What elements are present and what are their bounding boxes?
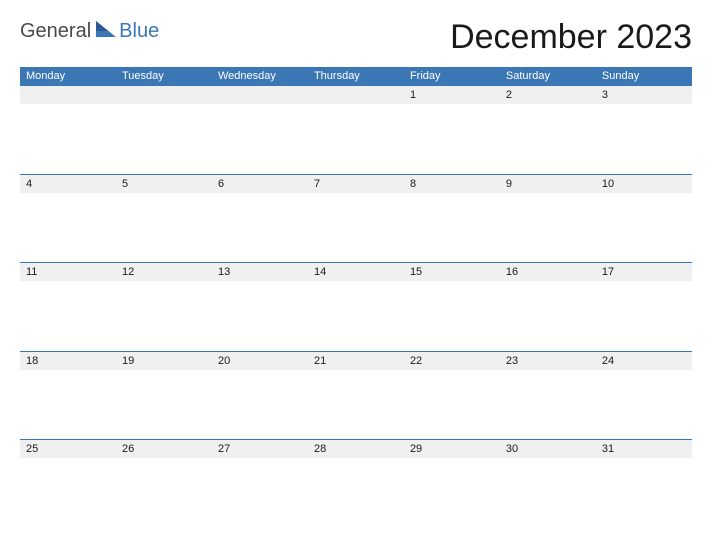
week-body-row	[20, 458, 692, 533]
calendar-cell: 19	[116, 351, 212, 370]
calendar-cell: 21	[308, 351, 404, 370]
calendar-cell: 4	[20, 174, 116, 193]
calendar-cell: 16	[500, 263, 596, 282]
brand-text-general: General	[20, 20, 91, 43]
week-number-row: 1 2 3	[20, 86, 692, 105]
week-body-row	[20, 193, 692, 263]
calendar-cell	[212, 86, 308, 105]
calendar-cell: 18	[20, 351, 116, 370]
week-body-row	[20, 281, 692, 351]
day-header: Monday	[20, 67, 116, 86]
day-header: Thursday	[308, 67, 404, 86]
calendar-cell: 26	[116, 440, 212, 459]
calendar-cell: 11	[20, 263, 116, 282]
calendar-cell: 1	[404, 86, 500, 105]
calendar-cell	[20, 86, 116, 105]
calendar-cell: 17	[596, 263, 692, 282]
calendar-cell: 2	[500, 86, 596, 105]
calendar-cell: 31	[596, 440, 692, 459]
header: General Blue December 2023	[20, 18, 692, 57]
week-body-row	[20, 104, 692, 174]
calendar-cell: 29	[404, 440, 500, 459]
calendar-cell: 28	[308, 440, 404, 459]
calendar-cell	[308, 86, 404, 105]
week-number-row: 18 19 20 21 22 23 24	[20, 351, 692, 370]
page-title: December 2023	[450, 18, 692, 57]
calendar-cell	[116, 86, 212, 105]
brand-text-blue: Blue	[119, 20, 159, 43]
calendar-cell: 10	[596, 174, 692, 193]
week-body-row	[20, 370, 692, 440]
calendar-cell: 25	[20, 440, 116, 459]
day-header: Wednesday	[212, 67, 308, 86]
calendar-cell: 30	[500, 440, 596, 459]
day-header-row: Monday Tuesday Wednesday Thursday Friday…	[20, 67, 692, 86]
week-number-row: 25 26 27 28 29 30 31	[20, 440, 692, 459]
brand-triangle-icon	[96, 21, 116, 42]
calendar-cell: 5	[116, 174, 212, 193]
calendar-cell: 7	[308, 174, 404, 193]
day-header: Friday	[404, 67, 500, 86]
calendar-cell: 15	[404, 263, 500, 282]
calendar-cell: 22	[404, 351, 500, 370]
brand-logo: General Blue	[20, 18, 159, 43]
week-number-row: 4 5 6 7 8 9 10	[20, 174, 692, 193]
calendar-cell: 9	[500, 174, 596, 193]
day-header: Tuesday	[116, 67, 212, 86]
calendar-cell: 12	[116, 263, 212, 282]
calendar-cell: 24	[596, 351, 692, 370]
calendar-cell: 20	[212, 351, 308, 370]
day-header: Saturday	[500, 67, 596, 86]
calendar-cell: 13	[212, 263, 308, 282]
calendar-grid: Monday Tuesday Wednesday Thursday Friday…	[20, 67, 692, 533]
day-header: Sunday	[596, 67, 692, 86]
calendar-cell: 27	[212, 440, 308, 459]
calendar-cell: 6	[212, 174, 308, 193]
calendar-cell: 3	[596, 86, 692, 105]
week-number-row: 11 12 13 14 15 16 17	[20, 263, 692, 282]
calendar-cell: 14	[308, 263, 404, 282]
calendar-cell: 8	[404, 174, 500, 193]
calendar-cell: 23	[500, 351, 596, 370]
